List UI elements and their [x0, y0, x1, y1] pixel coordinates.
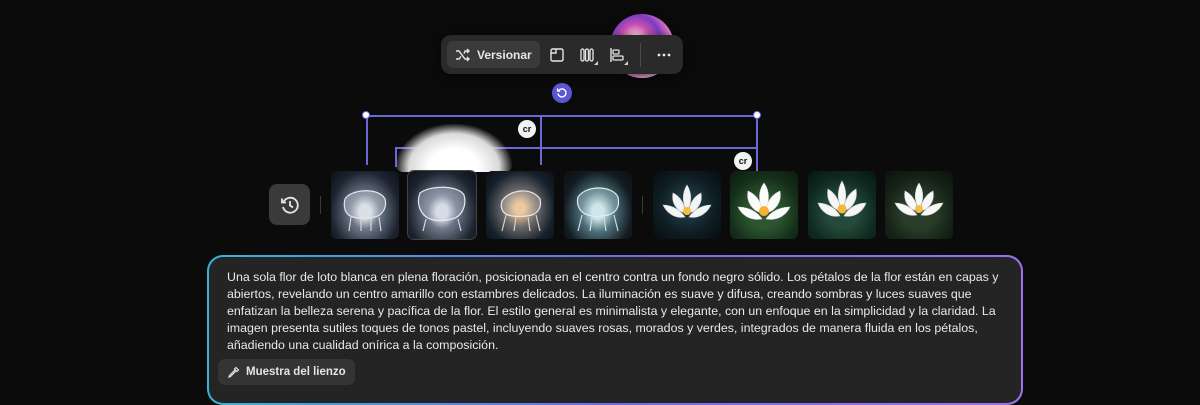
canvas-flower-image[interactable]: [396, 124, 512, 172]
history-divider: [320, 196, 321, 214]
selection-left-line: [366, 115, 368, 165]
chair-image: [500, 190, 542, 232]
group-divider: [642, 196, 643, 214]
selection-center-line: [540, 115, 542, 165]
more-options-button[interactable]: [651, 41, 677, 68]
thumbnail-lotus-2[interactable]: [730, 171, 798, 239]
selection-right-line: [756, 115, 758, 175]
versionar-label: Versionar: [477, 47, 532, 62]
thumbnail-lotus-1[interactable]: [653, 171, 721, 239]
columns-button[interactable]: [574, 41, 600, 68]
lotus-image: [737, 182, 791, 220]
content-credentials-badge[interactable]: cr: [734, 152, 752, 170]
eyedropper-icon: [228, 366, 240, 378]
columns-icon: [580, 47, 594, 62]
regenerate-button[interactable]: [552, 83, 572, 103]
dropdown-corner-icon: [624, 61, 629, 65]
canvas-sample-label: Muestra del lienzo: [246, 366, 346, 378]
thumbnail-chair-1[interactable]: [331, 171, 399, 239]
thumbnail-lotus-3[interactable]: [808, 171, 876, 239]
prompt-text[interactable]: Una sola flor de loto blanca en plena fl…: [227, 269, 1003, 354]
thumbnail-chair-4[interactable]: [564, 171, 632, 239]
selection-handle-top-left[interactable]: [362, 111, 370, 119]
toolbar-divider: [640, 42, 641, 67]
lotus-image: [894, 182, 944, 216]
align-button[interactable]: [604, 41, 630, 68]
chair-image: [417, 186, 466, 232]
content-credentials-badge[interactable]: cr: [518, 120, 536, 138]
shuffle-icon: [456, 48, 470, 61]
thumbnail-lotus-4[interactable]: [885, 171, 953, 239]
thumbnail-chair-2[interactable]: [407, 170, 477, 240]
lotus-image: [817, 180, 867, 217]
dropdown-corner-icon: [593, 61, 598, 65]
align-icon: [610, 47, 624, 62]
frame-icon: [550, 47, 564, 62]
thumbnail-chair-3[interactable]: [486, 171, 554, 239]
versionar-button[interactable]: Versionar: [447, 41, 540, 68]
refresh-icon: [556, 88, 567, 98]
selection-top-line: [366, 115, 758, 117]
floating-toolbar: Versionar: [441, 35, 683, 74]
chair-image: [343, 190, 387, 232]
chair-image: [576, 187, 620, 232]
history-button[interactable]: [269, 184, 310, 225]
more-icon: [657, 53, 671, 56]
history-icon: [280, 196, 299, 214]
lotus-image: [662, 184, 712, 218]
canvas-sample-chip[interactable]: Muestra del lienzo: [218, 359, 355, 385]
frame-button[interactable]: [544, 41, 570, 68]
selection-handle-top-right[interactable]: [753, 111, 761, 119]
